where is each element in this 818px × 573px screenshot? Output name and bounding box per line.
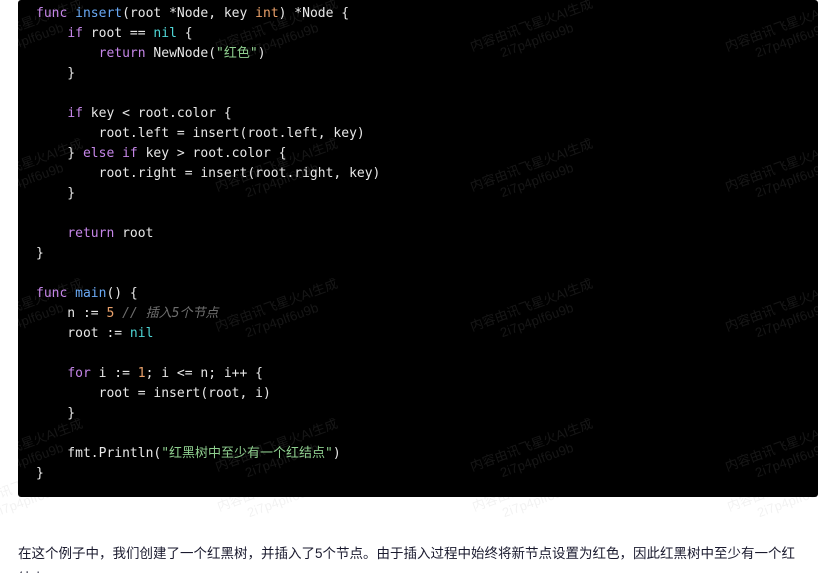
code-token: int	[255, 6, 279, 21]
code-token: )	[332, 446, 341, 461]
code-line: root = insert(root, i)	[18, 384, 818, 404]
code-token: "红黑树中至少有一个红结点"	[161, 446, 333, 461]
code-token: // 插入5个节点	[122, 306, 219, 321]
code-line: }	[18, 404, 818, 424]
code-line: root := nil	[18, 324, 818, 344]
code-token: ; i <= n; i++ {	[145, 366, 263, 381]
code-token: }	[36, 466, 44, 481]
code-token: if	[122, 146, 138, 161]
code-token: }	[36, 406, 76, 421]
code-line: if root == nil {	[18, 24, 818, 44]
code-line: root.left = insert(root.left, key)	[18, 124, 818, 144]
code-token: insert	[75, 6, 123, 21]
code-token: key > root.color {	[137, 146, 287, 161]
code-token: NewNode(	[145, 46, 217, 61]
code-token: root.left = insert(root.left, key)	[36, 126, 365, 141]
code-line: if key < root.color {	[18, 104, 818, 124]
code-token: if	[67, 106, 83, 121]
code-token: }	[36, 66, 76, 81]
code-line: root.right = insert(root.right, key)	[18, 164, 818, 184]
code-block[interactable]: 内容由讯飞星火AI生成 2i7p4plf6u9b 内容由讯飞星火AI生成 2i7p4p…	[18, 0, 818, 497]
code-token: return	[67, 226, 115, 241]
code-token: fmt.Println(	[36, 446, 162, 461]
code-token: root.right = insert(root.right, key)	[36, 166, 381, 181]
code-token: "红色"	[216, 46, 258, 61]
code-token: main	[75, 286, 107, 301]
code-token: key < root.color {	[82, 106, 232, 121]
code-token: return	[98, 46, 146, 61]
code-token: for	[67, 366, 91, 381]
code-line: }	[18, 64, 818, 84]
code-token: 1	[137, 366, 146, 381]
code-token: root :=	[36, 326, 130, 341]
code-line: fmt.Println("红黑树中至少有一个红结点")	[18, 444, 818, 464]
code-line: return NewNode("红色")	[18, 44, 818, 64]
code-token: func	[36, 286, 68, 301]
code-line: n := 5 // 插入5个节点	[18, 304, 818, 324]
code-token: else	[82, 146, 115, 161]
code-token: {	[176, 26, 193, 41]
code-line: func main() {	[18, 284, 818, 304]
code-token: nil	[129, 326, 154, 341]
code-line: func insert(root *Node, key int) *Node {	[18, 4, 818, 24]
code-token: nil	[153, 26, 177, 41]
code-token: ) *Node {	[278, 6, 350, 21]
code-line: for i := 1; i <= n; i++ {	[18, 364, 818, 384]
code-token: }	[36, 186, 76, 201]
code-line: } else if key > root.color {	[18, 144, 818, 164]
code-token: i :=	[90, 366, 138, 381]
code-line: }	[18, 464, 818, 484]
code-token: (root *Node, key	[122, 6, 256, 21]
page-root: 内容由讯飞星火AI生成2i7p4plf6u9b内容由讯飞星火AI生成2i7p4p…	[0, 0, 818, 573]
code-content: func insert(root *Node, key int) *Node {…	[18, 4, 818, 484]
code-token: }	[36, 246, 44, 261]
code-token: }	[36, 146, 83, 161]
code-token: func	[36, 6, 68, 21]
code-token: root	[114, 226, 154, 241]
code-line: }	[18, 244, 818, 264]
code-token: n :=	[36, 306, 107, 321]
code-line: }	[18, 184, 818, 204]
code-line: return root	[18, 224, 818, 244]
code-token: () {	[106, 286, 138, 301]
body-paragraph: 在这个例子中，我们创建了一个红黑树，并插入了5个节点。由于插入过程中始终将新节点…	[18, 545, 796, 573]
code-token: root = insert(root, i)	[36, 386, 271, 401]
code-scroll-area[interactable]: func insert(root *Node, key int) *Node {…	[18, 0, 818, 497]
code-token: root ==	[82, 26, 154, 41]
code-token: )	[257, 46, 266, 61]
code-token: if	[67, 26, 83, 41]
